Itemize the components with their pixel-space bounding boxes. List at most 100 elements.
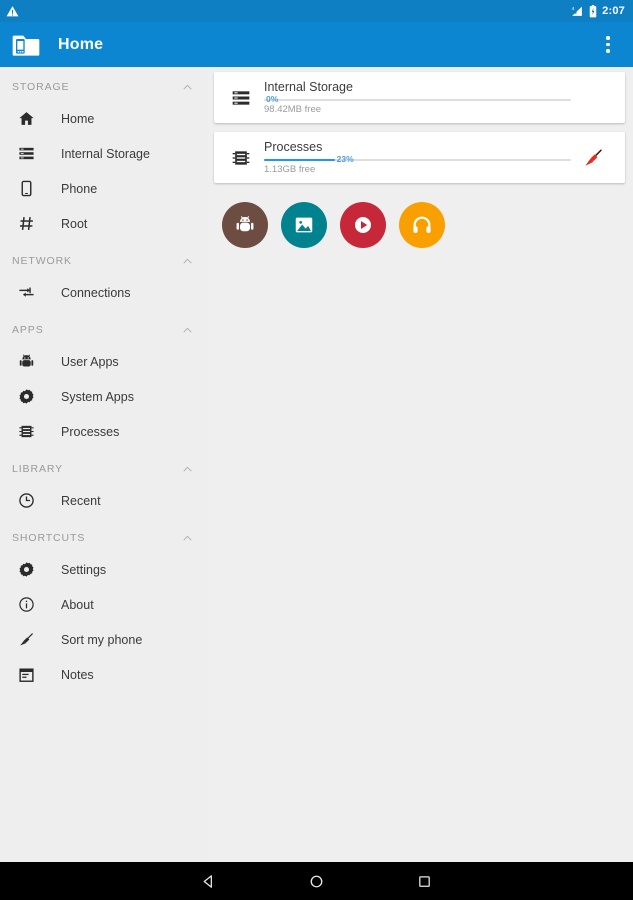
overflow-menu-icon[interactable] (595, 30, 621, 60)
progress-percent-label: 0% (266, 94, 279, 104)
play-circle-icon (355, 217, 371, 233)
sidebar-item-label: Internal Storage (61, 146, 150, 161)
section-label: STORAGE (12, 81, 70, 93)
sidebar-item-label: System Apps (61, 389, 134, 404)
sidebar-item-home[interactable]: Home (0, 101, 208, 136)
storage-progress-row: 0% (264, 94, 571, 104)
info-circle-icon (12, 596, 40, 613)
recents-square-icon[interactable] (408, 864, 442, 898)
phone-icon (12, 180, 40, 197)
processes-card[interactable]: Processes 23% 1.13GB free (214, 132, 625, 183)
back-triangle-icon[interactable] (192, 864, 226, 898)
card-subtitle: 1.13GB free (264, 164, 316, 175)
sidebar: STORAGE Home Internal Storage Phone Root… (0, 67, 208, 862)
sidebar-item-system-apps[interactable]: System Apps (0, 379, 208, 414)
sidebar-item-label: Home (61, 111, 95, 126)
content-area: Internal Storage 0% 98.42MB free Process… (208, 67, 633, 862)
broom-clean-icon[interactable] (571, 147, 615, 168)
home-circle-icon[interactable] (300, 864, 334, 898)
section-label: LIBRARY (12, 463, 64, 475)
android-robot-icon (236, 216, 254, 232)
sidebar-item-label: Phone (61, 181, 98, 196)
cpu-chip-icon (12, 423, 40, 440)
sidebar-item-label: Sort my phone (61, 632, 143, 647)
app-bar: Home (0, 22, 633, 67)
sidebar-item-user-apps[interactable]: User Apps (0, 344, 208, 379)
progress-track: 0% (264, 94, 571, 104)
sidebar-item-sort-my-phone[interactable]: Sort my phone (0, 622, 208, 657)
internal-storage-card[interactable]: Internal Storage 0% 98.42MB free (214, 72, 625, 123)
progress-percent-label: 23% (336, 154, 354, 164)
gear-icon (12, 561, 40, 578)
sidebar-item-label: Settings (61, 562, 107, 577)
connections-arrows-icon (12, 284, 40, 301)
sidebar-item-notes[interactable]: Notes (0, 657, 208, 692)
svg-text:4: 4 (572, 5, 575, 11)
sidebar-item-label: Processes (61, 424, 120, 439)
status-bar-clock: 2:07 (602, 5, 625, 17)
cpu-chip-icon (222, 148, 260, 168)
folder-phone-logo-icon (12, 35, 40, 56)
sidebar-item-connections[interactable]: Connections (0, 275, 208, 310)
sidebar-section-shortcuts[interactable]: SHORTCUTS (0, 524, 208, 552)
page-title: Home (58, 35, 104, 53)
android-navigation-bar (0, 862, 633, 900)
chevron-up-icon[interactable] (181, 255, 194, 268)
clock-icon (12, 492, 40, 509)
battery-charging-icon (589, 4, 597, 17)
headphones-icon (413, 216, 431, 233)
hash-root-icon (12, 215, 40, 232)
processes-progress-row: 23% (264, 154, 571, 164)
sidebar-item-label: User Apps (61, 354, 119, 369)
sidebar-item-label: About (61, 597, 94, 612)
card-body: Processes 23% 1.13GB free (260, 140, 571, 175)
chevron-up-icon[interactable] (181, 532, 194, 545)
sidebar-item-label: Root (61, 216, 88, 231)
notes-calendar-icon (12, 666, 40, 683)
sidebar-item-about[interactable]: About (0, 587, 208, 622)
chevron-up-icon[interactable] (181, 324, 194, 337)
sidebar-item-phone[interactable]: Phone (0, 171, 208, 206)
status-bar-left (6, 5, 19, 18)
progress-track: 23% (264, 154, 571, 164)
status-bar-right: 4 2:07 (570, 4, 625, 18)
sidebar-item-label: Recent (61, 493, 101, 508)
music-shortcut-circle[interactable] (399, 202, 445, 248)
storage-list-icon (222, 88, 260, 108)
section-label: SHORTCUTS (12, 532, 86, 544)
android-robot-icon (12, 353, 40, 370)
sidebar-item-root[interactable]: Root (0, 206, 208, 241)
image-photo-icon (295, 217, 313, 233)
videos-shortcut-circle[interactable] (340, 202, 386, 248)
sidebar-item-processes[interactable]: Processes (0, 414, 208, 449)
gear-icon (12, 388, 40, 405)
card-subtitle: 98.42MB free (264, 104, 322, 115)
warning-triangle-icon (6, 5, 19, 16)
sidebar-section-library[interactable]: LIBRARY (0, 455, 208, 483)
status-bar: 4 2:07 (0, 0, 633, 22)
card-body: Internal Storage 0% 98.42MB free (260, 80, 571, 115)
sidebar-item-recent[interactable]: Recent (0, 483, 208, 518)
card-title: Internal Storage (264, 80, 353, 94)
chevron-up-icon[interactable] (181, 463, 194, 476)
main-stage: STORAGE Home Internal Storage Phone Root… (0, 67, 633, 862)
shortcut-circles (214, 192, 625, 248)
sidebar-item-label: Connections (61, 285, 131, 300)
sidebar-section-storage[interactable]: STORAGE (0, 73, 208, 101)
apps-shortcut-circle[interactable] (222, 202, 268, 248)
broom-icon (12, 631, 40, 648)
chevron-up-icon[interactable] (181, 81, 194, 94)
progress-fill (264, 159, 335, 161)
storage-list-icon (12, 145, 40, 162)
sidebar-item-internal-storage[interactable]: Internal Storage (0, 136, 208, 171)
section-label: APPS (12, 324, 44, 336)
sidebar-section-apps[interactable]: APPS (0, 316, 208, 344)
images-shortcut-circle[interactable] (281, 202, 327, 248)
cellular-signal-icon: 4 (572, 5, 583, 16)
sidebar-item-settings[interactable]: Settings (0, 552, 208, 587)
card-title: Processes (264, 140, 323, 154)
sidebar-section-network[interactable]: NETWORK (0, 247, 208, 275)
sidebar-item-label: Notes (61, 667, 94, 682)
section-label: NETWORK (12, 255, 72, 267)
home-icon (12, 110, 40, 127)
